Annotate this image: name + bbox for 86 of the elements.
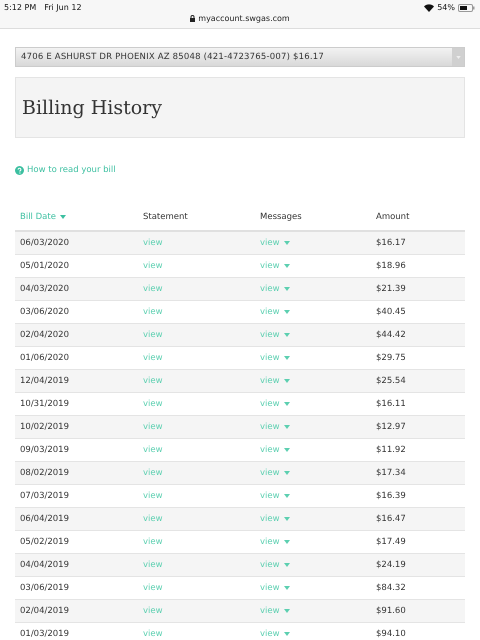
messages-dropdown[interactable]: view xyxy=(260,629,290,639)
statement-link[interactable]: view xyxy=(143,376,163,386)
caret-icon xyxy=(284,264,290,268)
statement-link[interactable]: view xyxy=(143,606,163,616)
messages-dropdown[interactable]: view xyxy=(260,376,290,386)
amount-cell: $24.19 xyxy=(371,554,465,576)
statement-link[interactable]: view xyxy=(143,353,163,363)
date-cell: 06/04/2019 xyxy=(15,508,138,530)
amount-cell: $12.97 xyxy=(371,416,465,438)
date-cell: 06/03/2020 xyxy=(15,231,138,254)
messages-dropdown[interactable]: view xyxy=(260,445,290,455)
caret-icon xyxy=(284,608,290,613)
messages-dropdown[interactable]: view xyxy=(260,560,290,570)
amount-cell: $94.10 xyxy=(371,622,465,640)
date-cell: 02/04/2020 xyxy=(15,324,138,346)
caret-icon xyxy=(284,310,290,314)
statement-link[interactable]: view xyxy=(143,537,163,547)
messages-dropdown[interactable]: view xyxy=(260,491,290,501)
statement-link[interactable]: view xyxy=(143,399,163,409)
caret-icon xyxy=(284,586,290,590)
statement-link[interactable]: view xyxy=(143,445,163,455)
caret-icon xyxy=(284,470,290,475)
caret-icon xyxy=(284,332,290,337)
statement-link[interactable]: view xyxy=(143,629,163,639)
caret-icon xyxy=(60,214,66,219)
messages-dropdown[interactable]: view xyxy=(260,261,290,271)
messages-dropdown[interactable]: view xyxy=(260,422,290,432)
page-title: Billing History xyxy=(22,96,162,118)
battery-icon xyxy=(458,4,475,12)
messages-dropdown[interactable]: view xyxy=(260,537,290,547)
messages-dropdown[interactable]: view xyxy=(260,284,290,294)
statement-link[interactable]: view xyxy=(143,330,163,340)
messages-dropdown[interactable]: view xyxy=(260,606,290,616)
statement-link[interactable]: view xyxy=(143,514,163,524)
messages-dropdown[interactable]: view xyxy=(260,238,290,248)
date-cell: 08/02/2019 xyxy=(15,462,138,484)
amount-cell: $25.54 xyxy=(371,370,465,392)
statement-link[interactable]: view xyxy=(143,583,163,593)
battery-percent: 54% xyxy=(437,3,455,12)
caret-icon xyxy=(284,632,290,636)
date-text: Fri Jun 12 xyxy=(44,3,82,12)
caret-icon xyxy=(284,494,290,498)
statement-link[interactable]: view xyxy=(143,491,163,501)
help-icon xyxy=(15,166,24,174)
account-select[interactable]: 4706 E ASHURST DR PHOENIX AZ 85048 (421-4723765-007) $16.17 xyxy=(15,47,465,67)
statement-link[interactable]: view xyxy=(143,560,163,570)
date-cell: 10/02/2019 xyxy=(15,416,138,438)
caret-icon xyxy=(284,356,290,360)
url-text[interactable]: myaccount.swgas.com xyxy=(198,14,290,23)
messages-dropdown[interactable]: view xyxy=(260,583,290,593)
statement-link[interactable]: view xyxy=(143,284,163,294)
clock-text: 5:12 PM xyxy=(4,3,36,12)
amount-cell: $21.39 xyxy=(371,278,465,300)
date-cell: 02/04/2019 xyxy=(15,600,138,622)
help-link[interactable]: How to read your bill xyxy=(27,165,116,175)
date-cell: 04/03/2020 xyxy=(15,278,138,300)
caret-icon xyxy=(284,286,290,291)
caret-icon xyxy=(284,378,290,383)
statement-link[interactable]: view xyxy=(143,261,163,271)
wifi-icon xyxy=(424,4,434,12)
amount-cell: $17.34 xyxy=(371,462,465,484)
caret-icon xyxy=(284,562,290,567)
statement-link[interactable]: view xyxy=(143,307,163,317)
messages-dropdown[interactable]: view xyxy=(260,514,290,524)
amount-cell: $91.60 xyxy=(371,600,465,622)
date-cell: 01/03/2019 xyxy=(15,622,138,640)
messages-dropdown[interactable]: view xyxy=(260,330,290,340)
messages-dropdown[interactable]: view xyxy=(260,399,290,409)
caret-icon xyxy=(284,516,290,521)
caret-icon xyxy=(284,448,290,452)
amount-cell: $16.17 xyxy=(371,231,465,254)
statement-link[interactable]: view xyxy=(143,422,163,432)
amount-cell: $16.47 xyxy=(371,508,465,530)
lock-icon xyxy=(190,15,196,22)
messages-dropdown[interactable]: view xyxy=(260,353,290,363)
messages-dropdown[interactable]: view xyxy=(260,468,290,478)
caret-icon xyxy=(284,240,290,245)
statement-link[interactable]: view xyxy=(143,238,163,248)
statement-link[interactable]: view xyxy=(143,468,163,478)
caret-icon xyxy=(284,424,290,429)
date-cell: 04/04/2019 xyxy=(15,554,138,576)
caret-icon xyxy=(284,540,290,544)
date-cell: 12/04/2019 xyxy=(15,370,138,392)
messages-dropdown[interactable]: view xyxy=(260,307,290,317)
amount-cell: $44.42 xyxy=(371,324,465,346)
caret-icon xyxy=(284,402,290,406)
